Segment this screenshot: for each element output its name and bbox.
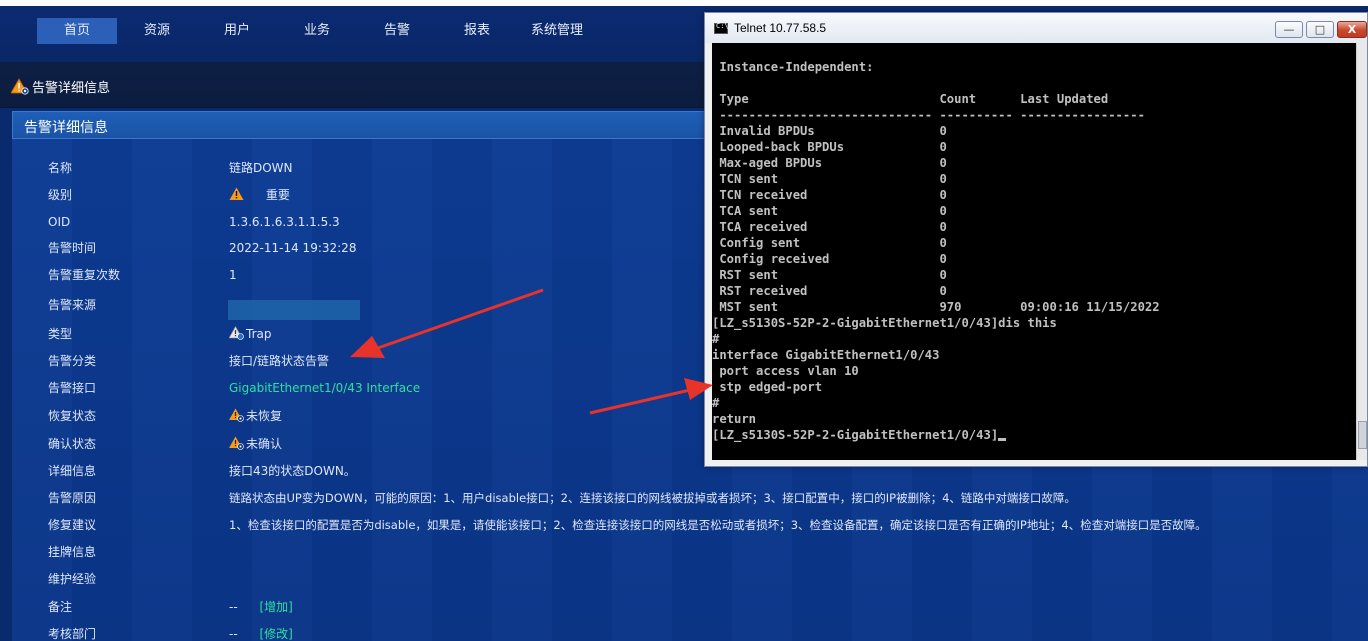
maximize-button[interactable]: □: [1306, 21, 1334, 38]
nav-item-system[interactable]: 系统管理: [517, 18, 597, 44]
console-line: TCN received 0: [712, 188, 947, 202]
detail-label: 详细信息: [48, 464, 97, 478]
detail-label: 修复建议: [48, 518, 97, 532]
detail-value-wrap: 未确认: [229, 431, 282, 458]
warning-icon: [229, 184, 244, 200]
detail-label: 类型: [48, 327, 73, 341]
detail-value: 2022-11-14 19:32:28: [229, 241, 357, 255]
detail-value-wrap: -- [增加]: [229, 594, 293, 621]
detail-value: Trap: [246, 327, 272, 341]
detail-value: 未确认: [246, 437, 283, 451]
detail-value: --: [229, 600, 238, 614]
telnet-window: Telnet 10.77.58.5 — □ X Instance-Indepen…: [704, 12, 1368, 467]
nav-item-resources[interactable]: 资源: [117, 18, 197, 44]
detail-row-tag: 挂牌信息: [12, 539, 1368, 566]
console-line: RST sent 0: [712, 268, 947, 282]
detail-value-wrap: 未恢复: [229, 403, 282, 430]
telnet-console[interactable]: Instance-Independent: Type Count Last Up…: [712, 43, 1356, 460]
telnet-title: Telnet 10.77.58.5: [734, 21, 827, 35]
console-line: Looped-back BPDUs 0: [712, 140, 947, 154]
nav-item-reports[interactable]: 报表: [437, 18, 517, 44]
detail-label: 级别: [48, 188, 73, 202]
nav-item-home[interactable]: 首页: [37, 18, 117, 44]
detail-value: 1、检查该接口的配置是否为disable，如果是，请使能该接口；2、检查连接该接…: [229, 518, 1207, 532]
interface-link[interactable]: GigabitEthernet1/0/43 Interface: [229, 375, 420, 402]
console-cursor: [998, 438, 1007, 441]
console-line: [LZ_s5130S-52P-2-GigabitEthernet1/0/43]d…: [712, 316, 1057, 330]
console-line: TCN sent 0: [712, 172, 947, 186]
console-icon: [714, 22, 729, 34]
console-line: stp edged-port: [712, 380, 823, 394]
warning-eye-icon: [229, 405, 244, 422]
detail-label: 告警接口: [48, 381, 97, 395]
minimize-button[interactable]: —: [1275, 21, 1303, 38]
detail-value: 链路状态由UP变为DOWN，可能的原因：1、用户disable接口；2、连接该接…: [229, 491, 1076, 505]
detail-label: 告警来源: [48, 298, 97, 312]
telnet-titlebar[interactable]: Telnet 10.77.58.5 — □ X: [705, 13, 1367, 43]
detail-value: 未恢复: [246, 409, 283, 423]
detail-value: --: [229, 627, 238, 641]
detail-row-experience: 维护经验: [12, 566, 1368, 593]
console-line: Config sent 0: [712, 236, 947, 250]
detail-label: 告警分类: [48, 354, 97, 368]
detail-label: 名称: [48, 161, 73, 175]
console-line: Instance-Independent:: [712, 60, 874, 74]
console-line: #: [712, 332, 720, 346]
console-line: Invalid BPDUs 0: [712, 124, 947, 138]
add-remark-link[interactable]: [增加]: [260, 600, 293, 614]
warning-eye-icon: [229, 433, 244, 450]
console-line: Max-aged BPDUs 0: [712, 156, 947, 170]
detail-value-wrap: -- [修改]: [229, 621, 293, 641]
console-scrollbar[interactable]: [1356, 43, 1367, 460]
detail-label: 告警重复次数: [48, 268, 121, 282]
detail-value: 链路DOWN: [229, 161, 293, 175]
detail-value: 1.3.6.1.6.3.1.1.5.3: [229, 215, 340, 229]
detail-value: 接口43的状态DOWN。: [229, 464, 356, 478]
detail-row-remark: 备注 -- [增加]: [12, 594, 1368, 621]
console-line: TCA sent 0: [712, 204, 947, 218]
detail-label: 考核部门: [48, 627, 97, 641]
detail-label: 备注: [48, 600, 73, 614]
detail-value: 重要: [265, 188, 290, 202]
detail-value-wrap: Trap: [228, 321, 272, 348]
detail-value: 接口/链路状态告警: [229, 354, 330, 368]
console-line: [LZ_s5130S-52P-2-GigabitEthernet1/0/43]: [712, 428, 999, 442]
close-button[interactable]: X: [1337, 21, 1367, 38]
trap-icon: [228, 323, 244, 340]
console-output: Instance-Independent: Type Count Last Up…: [712, 43, 1356, 443]
nav-item-users[interactable]: 用户: [197, 18, 277, 44]
detail-label: 确认状态: [48, 437, 97, 451]
console-line: Type Count Last Updated: [712, 92, 1109, 106]
detail-label: 告警时间: [48, 241, 97, 255]
console-line: ----------------------------- ----------…: [712, 108, 1145, 122]
console-line: MST sent 970 09:00:16 11/15/2022: [712, 300, 1160, 314]
detail-value: 1: [229, 268, 237, 282]
detail-label: 恢复状态: [48, 409, 97, 423]
console-line: interface GigabitEthernet1/0/43: [712, 348, 940, 362]
detail-row-suggestion: 修复建议 1、检查该接口的配置是否为disable，如果是，请使能该接口；2、检…: [12, 512, 1368, 539]
detail-row-department: 考核部门 -- [修改]: [12, 621, 1368, 641]
panel-title: 告警详细信息: [24, 120, 108, 136]
console-line: TCA received 0: [712, 220, 947, 234]
redacted-source: [228, 300, 360, 320]
alarm-icon: [10, 78, 29, 95]
nav-item-alarms[interactable]: 告警: [357, 18, 437, 44]
scrollbar-thumb[interactable]: [1358, 421, 1367, 449]
detail-label: 告警原因: [48, 491, 97, 505]
console-line: #: [712, 396, 720, 410]
edit-department-link[interactable]: [修改]: [260, 627, 293, 641]
detail-label: 维护经验: [48, 572, 97, 586]
breadcrumb-title: 告警详细信息: [32, 81, 111, 96]
console-line: Config received 0: [712, 252, 947, 266]
detail-row-cause: 告警原因 链路状态由UP变为DOWN，可能的原因：1、用户disable接口；2…: [12, 485, 1368, 512]
nav-item-business[interactable]: 业务: [277, 18, 357, 44]
console-line: return: [712, 412, 757, 426]
console-line: RST received 0: [712, 284, 947, 298]
detail-value-wrap: 重要: [229, 182, 290, 209]
detail-label: 挂牌信息: [48, 545, 97, 559]
console-line: port access vlan 10: [712, 364, 859, 378]
detail-label: OID: [48, 215, 71, 229]
